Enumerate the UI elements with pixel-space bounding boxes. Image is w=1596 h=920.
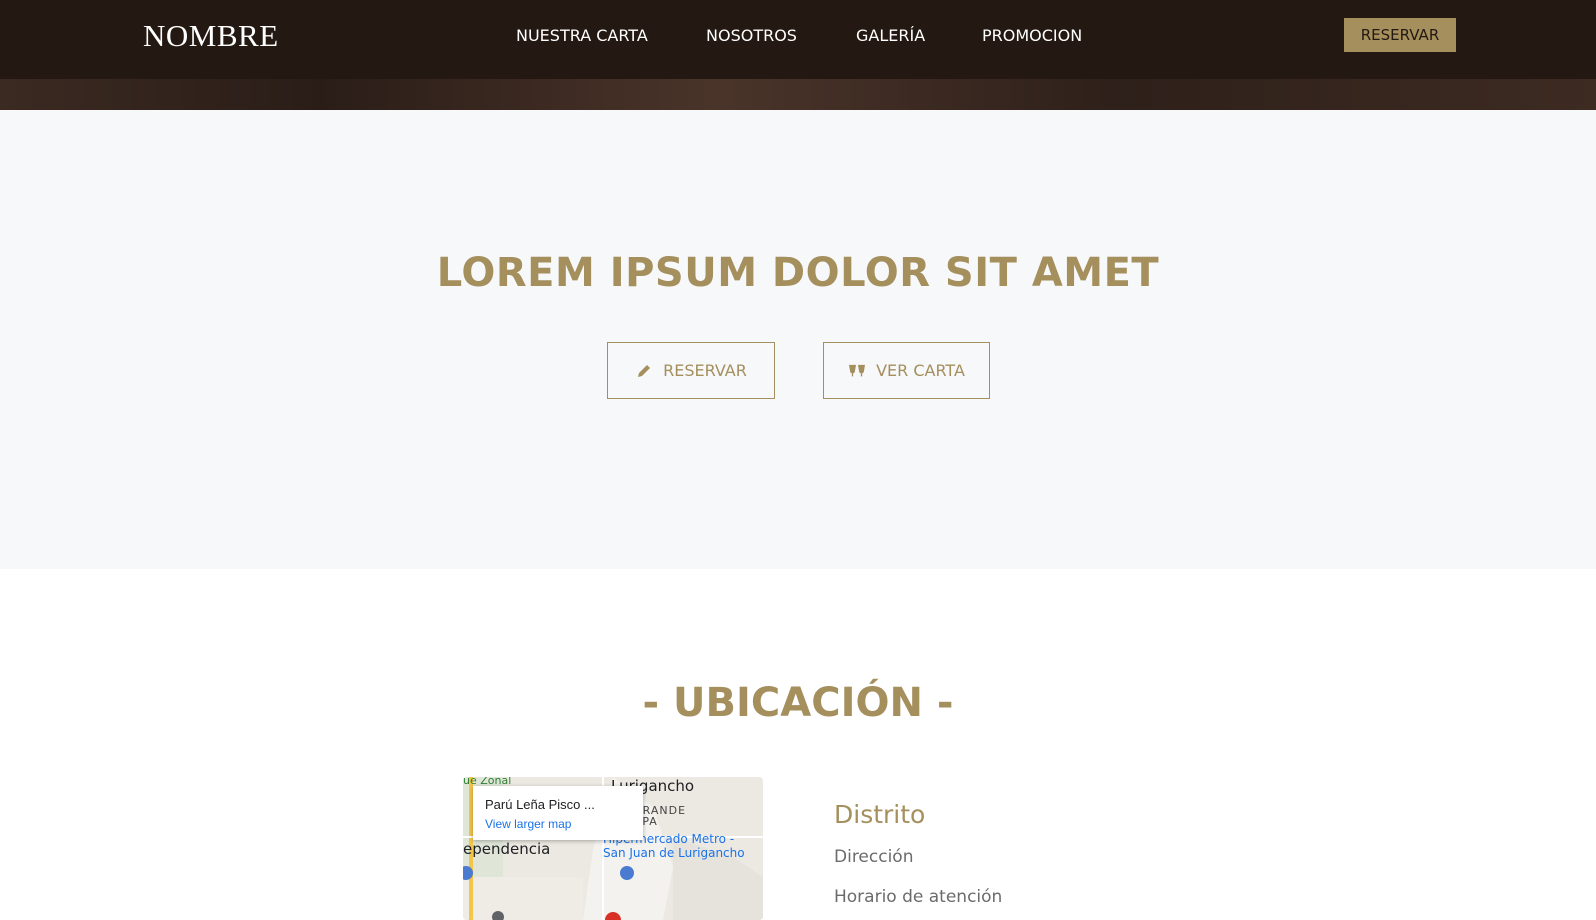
banner-reserve-label: RESERVAR	[663, 361, 747, 380]
location-district: Distrito	[834, 800, 926, 829]
location-title: - UBICACIÓN -	[642, 680, 954, 726]
nav-link-nuestra-carta[interactable]: NUESTRA CARTA	[516, 26, 648, 45]
navbar: NOMBRE NUESTRA CARTA NOSOTROS GALERÍA PR…	[0, 0, 1596, 79]
banner-reserve-button[interactable]: RESERVAR	[607, 342, 775, 399]
map-label: ependencia	[463, 840, 551, 858]
banner-menu-button[interactable]: VER CARTA	[823, 342, 990, 399]
nav-link-galeria[interactable]: GALERÍA	[856, 26, 925, 45]
map-place-card: Parú Leña Pisco ... View larger map	[473, 786, 643, 840]
map-place-name: Parú Leña Pisco ...	[485, 797, 595, 812]
location-map[interactable]: Lurigancho O GRANDE ETAPA Hipermercado M…	[463, 777, 763, 920]
map-label: San Juan de Lurigancho	[603, 846, 745, 860]
hero-banner	[0, 110, 1596, 569]
nav-link-nosotros[interactable]: NOSOTROS	[706, 26, 797, 45]
brand-logo[interactable]: NOMBRE	[143, 18, 279, 54]
view-larger-map-link[interactable]: View larger map	[485, 817, 571, 831]
nav-link-promocion[interactable]: PROMOCION	[982, 26, 1082, 45]
location-address: Dirección	[834, 847, 914, 867]
location-hours: Horario de atención	[834, 887, 1003, 907]
nav-reserve-button[interactable]: RESERVAR	[1344, 18, 1456, 52]
pencil-icon	[635, 362, 653, 380]
toast-glasses-icon	[848, 362, 866, 380]
banner-menu-label: VER CARTA	[876, 361, 965, 380]
banner-title: LOREM IPSUM DOLOR SIT AMET	[436, 250, 1160, 296]
